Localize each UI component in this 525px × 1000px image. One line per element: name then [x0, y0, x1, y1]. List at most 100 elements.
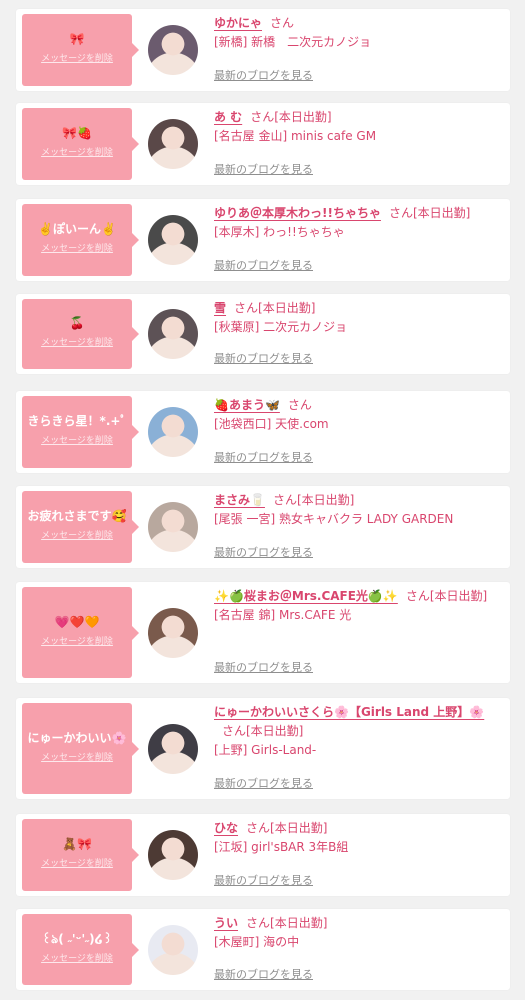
name-line: まさみ🥛 さん[本日出勤] — [214, 491, 504, 510]
name-line: ひな さん[本日出勤] — [214, 819, 504, 838]
attendance-status: さん[本日出勤] — [234, 301, 316, 315]
delete-message-link[interactable]: メッセージを削除 — [22, 531, 132, 542]
girl-name-link[interactable]: まさみ🥛 — [214, 493, 265, 507]
girl-name-link[interactable]: にゅーかわいいさくら🌸【Girls Land 上野】🌸 — [214, 705, 484, 719]
girl-card: 🎀🍓 メッセージを削除あ むさん[本日出勤] [名古屋 金山] minis cafe… — [16, 103, 510, 185]
delete-message-link[interactable]: メッセージを削除 — [22, 859, 132, 870]
name-line: ✨🍏桜まお＠Mrs.CAFE光🍏✨ さん[本日出勤] — [214, 587, 504, 606]
delete-message-link[interactable]: メッセージを削除 — [22, 954, 132, 965]
latest-blog-link[interactable]: 最新のブログを見る — [214, 257, 313, 273]
shop-name[interactable]: [尾張 一宮] 熟女キャバクラ LADY GARDEN — [214, 510, 504, 528]
message-text: 💗❤️🧡 — [54, 614, 100, 629]
message-bubble: 🧸🎀 メッセージを削除 — [22, 819, 139, 891]
shop-name[interactable]: [秋葉原] 二次元カノジョ — [214, 318, 504, 336]
girl-card: きらきら星！*.+ﾟ メッセージを削除 🍓あまう🦋 さん [池袋西口] 天使.com 最新… — [16, 391, 510, 473]
avatar[interactable] — [148, 407, 198, 457]
delete-message-link[interactable]: メッセージを削除 — [22, 148, 132, 159]
message-bubble: ꒰ঌ( ˶'ᵕ'˶)໒꒱ メッセージを削除 — [22, 914, 139, 985]
girl-card: 💗❤️🧡 メッセージを削除 ✨🍏桜まお＠Mrs.CAFE光🍏✨ さん[本日出勤] [名古… — [16, 582, 510, 683]
name-line: うい さん[本日出勤] — [214, 914, 504, 933]
message-text: 🎀 — [69, 32, 85, 46]
message-text: 🎀🍓 — [62, 126, 92, 140]
latest-blog-link[interactable]: 最新のブログを見る — [214, 449, 313, 465]
name-line: ゆりあ＠本厚木わっ!!ちゃちゃ さん[本日出勤] — [214, 204, 504, 223]
delete-message-link[interactable]: メッセージを削除 — [22, 753, 132, 764]
girl-info: ✨🍏桜まお＠Mrs.CAFE光🍏✨ さん[本日出勤] [名古屋 錦] Mrs.CAF… — [214, 587, 504, 624]
girl-name-link[interactable]: ひな — [214, 821, 238, 835]
girl-name-link[interactable]: ✨🍏桜まお＠Mrs.CAFE光🍏✨ — [214, 589, 398, 603]
delete-message-link[interactable]: メッセージを削除 — [22, 244, 132, 255]
attendance-status: さん[本日出勤] — [222, 724, 304, 738]
name-line: 雪さん[本日出勤] — [214, 299, 504, 318]
message-text: ✌️ぽいーん✌️ — [38, 222, 116, 236]
girl-info: 雪さん[本日出勤] [秋葉原] 二次元カノジョ — [214, 299, 504, 336]
avatar[interactable] — [148, 607, 198, 658]
girl-info: うい さん[本日出勤] [木屋町] 海の中 — [214, 914, 504, 951]
girl-info: まさみ🥛 さん[本日出勤] [尾張 一宮] 熟女キャバクラ LADY GARDEN — [214, 491, 504, 528]
girl-name-link[interactable]: 雪 — [214, 301, 226, 315]
girl-info: ゆかにゃ さん [新橋] 新橋 二次元カノジョ — [214, 14, 504, 51]
shop-name[interactable]: [新橋] 新橋 二次元カノジョ — [214, 33, 504, 51]
latest-blog-link[interactable]: 最新のブログを見る — [214, 350, 313, 366]
shop-name[interactable]: [池袋西口] 天使.com — [214, 415, 504, 433]
avatar[interactable] — [148, 309, 198, 359]
attendance-status: さん[本日出勤] — [272, 493, 355, 507]
message-text: きらきら星！*.+ﾟ — [27, 414, 127, 428]
latest-blog-link[interactable]: 最新のブログを見る — [214, 544, 313, 560]
name-line: にゅーかわいいさくら🌸【Girls Land 上野】🌸 さん[本日出勤] — [214, 703, 504, 741]
shop-name[interactable]: [江坂] girl'sBAR 3年B組 — [214, 838, 504, 856]
message-bubble: 💗❤️🧡 メッセージを削除 — [22, 587, 139, 678]
avatar[interactable] — [148, 25, 198, 75]
name-line: あ むさん[本日出勤] — [214, 108, 504, 127]
shop-name[interactable]: [名古屋 錦] Mrs.CAFE 光 — [214, 606, 504, 624]
avatar[interactable] — [148, 215, 198, 265]
latest-blog-link[interactable]: 最新のブログを見る — [214, 161, 313, 177]
avatar[interactable] — [148, 119, 198, 169]
attendance-status: さん[本日出勤] — [250, 110, 332, 124]
attendance-status: さん[本日出勤] — [405, 589, 488, 603]
delete-message-link[interactable]: メッセージを削除 — [22, 54, 132, 65]
girl-info: ゆりあ＠本厚木わっ!!ちゃちゃ さん[本日出勤] [本厚木] わっ!!ちゃちゃ — [214, 204, 504, 241]
latest-blog-link[interactable]: 最新のブログを見る — [214, 775, 313, 791]
girl-name-link[interactable]: うい — [214, 916, 238, 930]
girl-info: あ むさん[本日出勤] [名古屋 金山] minis cafe GM — [214, 108, 504, 145]
shop-name[interactable]: [本厚木] わっ!!ちゃちゃ — [214, 223, 504, 241]
girl-name-link[interactable]: あ む — [214, 110, 242, 124]
avatar[interactable] — [148, 924, 198, 975]
avatar[interactable] — [148, 502, 198, 552]
message-bubble: きらきら星！*.+ﾟ メッセージを削除 — [22, 396, 139, 468]
delete-message-link[interactable]: メッセージを削除 — [22, 338, 132, 349]
girl-card: ✌️ぽいーん✌️ メッセージを削除 ゆりあ＠本厚木わっ!!ちゃちゃ さん[本日出勤][… — [16, 199, 510, 281]
latest-blog-link[interactable]: 最新のブログを見る — [214, 659, 313, 675]
message-bubble: お疲れさまです🥰 メッセージを削除 — [22, 491, 139, 563]
girl-name-link[interactable]: ゆかにゃ — [214, 16, 262, 30]
message-bubble: ✌️ぽいーん✌️ メッセージを削除 — [22, 204, 139, 276]
attendance-status: さん — [270, 16, 295, 30]
avatar[interactable] — [148, 830, 198, 880]
shop-name[interactable]: [木屋町] 海の中 — [214, 933, 504, 951]
attendance-status: さん[本日出勤] — [388, 206, 471, 220]
delete-message-link[interactable]: メッセージを削除 — [22, 637, 132, 648]
girl-card: 🍒 メッセージを削除雪さん[本日出勤] [秋葉原] 二次元カノジョ 最新のブログを見る — [16, 294, 510, 374]
message-bubble: 🎀🍓 メッセージを削除 — [22, 108, 139, 180]
girl-card: にゅーかわいい🌸 メッセージを削除 にゅーかわいいさくら🌸【Girls Land 上… — [16, 698, 510, 799]
message-bubble: にゅーかわいい🌸 メッセージを削除 — [22, 703, 139, 794]
attendance-status: さん — [287, 398, 312, 412]
girl-name-link[interactable]: ゆりあ＠本厚木わっ!!ちゃちゃ — [214, 206, 381, 220]
latest-blog-link[interactable]: 最新のブログを見る — [214, 67, 313, 83]
girl-card: 🧸🎀 メッセージを削除 ひな さん[本日出勤] [江坂] girl'sBAR 3年B組最… — [16, 814, 510, 896]
message-text: 🧸🎀 — [62, 837, 92, 851]
girl-card: ꒰ঌ( ˶'ᵕ'˶)໒꒱ メッセージを削除 うい さん[本日出勤] [木屋町] 海の中最… — [16, 909, 510, 990]
latest-blog-link[interactable]: 最新のブログを見る — [214, 872, 313, 888]
girl-name-link[interactable]: 🍓あまう🦋 — [214, 398, 280, 412]
latest-blog-link[interactable]: 最新のブログを見る — [214, 966, 313, 982]
attendance-status: さん[本日出勤] — [246, 821, 328, 835]
shop-name[interactable]: [上野] Girls-Land- — [214, 741, 504, 759]
message-text: ꒰ঌ( ˶'ᵕ'˶)໒꒱ — [41, 931, 113, 946]
name-line: ゆかにゃ さん — [214, 14, 504, 33]
message-bubble: 🎀 メッセージを削除 — [22, 14, 139, 86]
shop-name[interactable]: [名古屋 金山] minis cafe GM — [214, 127, 504, 145]
message-text: お疲れさまです🥰 — [27, 509, 127, 523]
avatar[interactable] — [148, 723, 198, 774]
delete-message-link[interactable]: メッセージを削除 — [22, 436, 132, 447]
